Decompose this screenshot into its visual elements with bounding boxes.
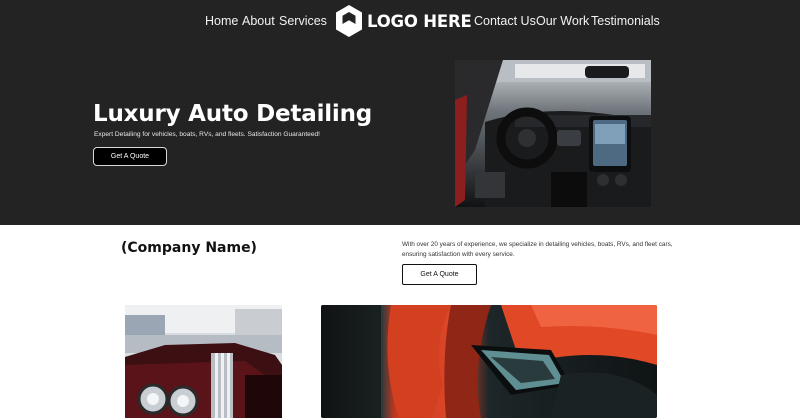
about-get-quote-button[interactable]: Get A Quote	[402, 264, 477, 285]
nav-testimonials[interactable]: Testimonials	[591, 13, 660, 29]
nav-about[interactable]: About	[242, 13, 275, 29]
nav-home[interactable]: Home	[205, 13, 238, 29]
classic-car-photo	[125, 305, 282, 418]
hero-title: Luxury Auto Detailing	[93, 101, 373, 127]
logo[interactable]: LOGO HERE	[335, 4, 472, 38]
nav-services[interactable]: Services	[279, 13, 327, 29]
red-sports-car-photo	[321, 305, 657, 418]
nav-our-work[interactable]: Our Work	[536, 13, 589, 29]
car-interior-photo	[455, 60, 651, 207]
nav-contact-us[interactable]: Contact Us	[474, 13, 536, 29]
logo-text: LOGO HERE	[367, 11, 472, 31]
hero-get-quote-button[interactable]: Get A Quote	[93, 147, 167, 166]
hexagon-logo-icon	[336, 5, 362, 37]
company-name: (Company Name)	[121, 240, 257, 256]
about-text: With over 20 years of experience, we spe…	[402, 241, 673, 258]
hero-subtitle: Expert Detailing for vehicles, boats, RV…	[94, 131, 321, 138]
